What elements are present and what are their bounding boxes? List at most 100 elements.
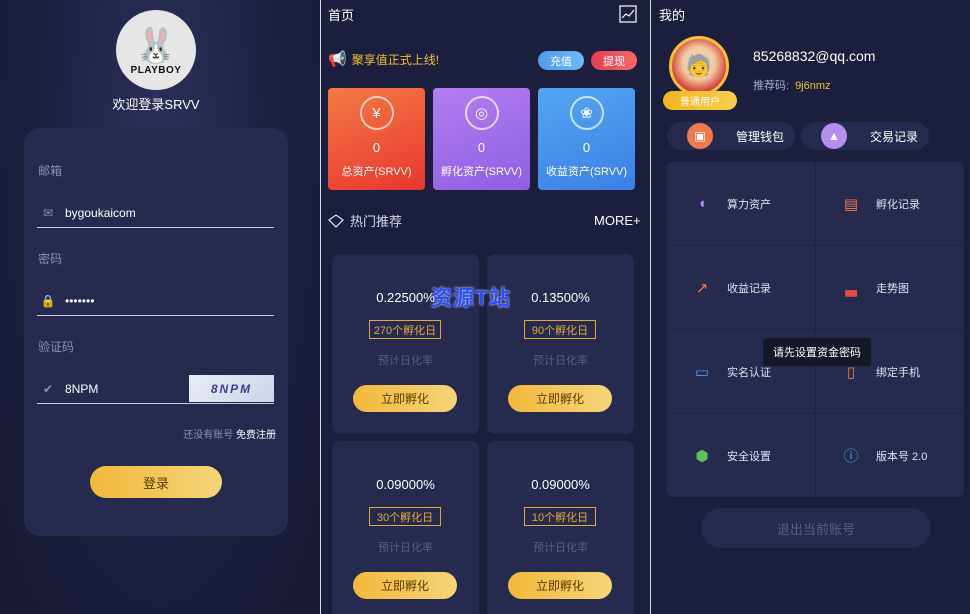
incubate-button[interactable]: 立即孵化 <box>508 385 612 412</box>
asset-label: 收益资产(SRVV) <box>545 166 628 178</box>
withdraw-button[interactable]: 提现 <box>591 51 637 70</box>
chart-icon[interactable] <box>619 5 637 23</box>
quick-label: 交易记录 <box>870 129 919 144</box>
captcha-input[interactable] <box>65 381 175 396</box>
watermark: 资源T站 <box>431 287 511 310</box>
password-label: 密码 <box>38 252 63 266</box>
menu-item-incubation-records[interactable]: ▤ 孵化记录 <box>816 162 964 245</box>
product-card: 0.09000% 10个孵化日 预计日化率 立即孵化 <box>487 441 634 614</box>
product-card: 0.09000% 30个孵化日 预计日化率 立即孵化 <box>332 441 479 614</box>
announcement-text: 聚享值正式上线! <box>351 52 440 67</box>
incubate-button[interactable]: 立即孵化 <box>353 572 457 599</box>
brand-name: PLAYBOY <box>130 64 182 76</box>
logout-button[interactable]: 退出当前账号 <box>701 508 931 548</box>
referral-label: 推荐码: <box>753 80 790 92</box>
diamond-icon <box>328 213 344 228</box>
asset-value: 0 <box>477 140 486 155</box>
product-card: 0.22500% 270个孵化日 预计日化率 立即孵化 <box>332 254 479 434</box>
password-field-row: 🔒 <box>37 286 274 316</box>
menu-label: 孵化记录 <box>876 198 920 211</box>
piggy-bank-icon: ◖ <box>697 195 707 212</box>
user-email: 85268832@qq.com <box>753 48 876 64</box>
email-field-row: ✉ <box>37 198 274 228</box>
manage-wallet-button[interactable]: ▣ 管理钱包 <box>667 122 795 150</box>
email-label: 邮箱 <box>38 164 63 178</box>
welcome-text: 欢迎登录SRVV <box>112 97 200 112</box>
asset-card-incubating[interactable]: ◎ 0 孵化资产(SRVV) <box>433 88 530 190</box>
incubation-days: 30个孵化日 <box>369 507 441 526</box>
register-prompt: 还没有账号 <box>183 430 234 441</box>
asset-value: 0 <box>372 140 381 155</box>
home-panel: 首页 📢 聚享值正式上线! 充值 提现 ¥ 0 总资产(SRVV) ◎ 0 孵化… <box>321 0 650 614</box>
menu-grid: ◖ 算力资产 ▤ 孵化记录 ↗ 收益记录 ▃ 走势图 ▭ 实名认证 ▯ 绑定手机… <box>667 162 964 497</box>
hot-section-title: 热门推荐 <box>328 211 402 230</box>
menu-label: 收益记录 <box>727 282 771 295</box>
recharge-button[interactable]: 充值 <box>538 51 584 70</box>
rate-label: 预计日化率 <box>533 355 588 367</box>
incubate-button[interactable]: 立即孵化 <box>353 385 457 412</box>
trend-icon: ↗ <box>695 279 709 297</box>
menu-item-security[interactable]: ⬢ 安全设置 <box>667 414 815 497</box>
menu-label: 算力资产 <box>727 198 771 211</box>
announcement[interactable]: 📢 聚享值正式上线! <box>328 50 439 68</box>
molecule-icon: ❀ <box>569 96 604 130</box>
id-card-icon: ▭ <box>694 363 710 381</box>
register-row: 还没有账号 免费注册 <box>183 426 276 441</box>
megaphone-icon: 📢 <box>328 51 347 68</box>
menu-label: 版本号 2.0 <box>876 450 928 463</box>
email-input[interactable] <box>65 205 175 220</box>
register-link[interactable]: 免费注册 <box>236 430 276 441</box>
daily-rate: 0.09000% <box>531 477 590 492</box>
shield-icon: ⬢ <box>695 447 709 465</box>
menu-label: 安全设置 <box>727 450 771 463</box>
tooltip: 请先设置资金密码 <box>763 338 871 366</box>
avatar[interactable]: 🧓 <box>669 36 729 96</box>
page-title: 首页 <box>328 8 355 23</box>
incubation-days: 90个孵化日 <box>524 320 596 339</box>
asset-label: 总资产(SRVV) <box>341 166 412 178</box>
menu-item-compute-assets[interactable]: ◖ 算力资产 <box>667 162 815 245</box>
brand-logo: 🐰 PLAYBOY <box>116 10 196 90</box>
login-button[interactable]: 登录 <box>90 466 222 498</box>
login-card: 邮箱 ✉ 密码 🔒 验证码 ✔ 8NPM 还没有账号 免费注册 登录 <box>24 128 288 536</box>
user-level-badge: 普通用户 <box>663 91 737 110</box>
asset-label: 孵化资产(SRVV) <box>440 166 523 178</box>
more-link[interactable]: MORE+ <box>594 213 641 228</box>
login-panel: 🐰 PLAYBOY 欢迎登录SRVV 邮箱 ✉ 密码 🔒 验证码 ✔ 8NPM … <box>0 0 320 614</box>
hot-title-text: 热门推荐 <box>350 214 403 229</box>
receipt-icon: ▤ <box>843 195 859 213</box>
info-icon: ⓘ <box>843 448 859 465</box>
product-card: 0.13500% 90个孵化日 预计日化率 立即孵化 <box>487 254 634 434</box>
incubation-days: 10个孵化日 <box>524 507 596 526</box>
asset-value: 0 <box>582 140 591 155</box>
referral-row: 推荐码: 9j6nmz <box>753 77 831 93</box>
transaction-records-button[interactable]: ▲ 交易记录 <box>801 122 929 150</box>
mine-panel: 我的 🧓 普通用户 85268832@qq.com 推荐码: 9j6nmz ▣ 管… <box>651 0 970 614</box>
rate-label: 预计日化率 <box>533 542 588 554</box>
menu-item-trend-chart[interactable]: ▃ 走势图 <box>816 246 964 329</box>
password-input[interactable] <box>65 293 175 308</box>
asset-card-earnings[interactable]: ❀ 0 收益资产(SRVV) <box>538 88 635 190</box>
page-title: 我的 <box>659 8 686 23</box>
asset-card-total[interactable]: ¥ 0 总资产(SRVV) <box>328 88 425 190</box>
lock-icon: 🔒 <box>40 293 56 308</box>
menu-item-version[interactable]: ⓘ 版本号 2.0 <box>816 414 964 497</box>
captcha-field-row: ✔ 8NPM <box>37 374 274 404</box>
captcha-image[interactable]: 8NPM <box>189 375 274 402</box>
incubation-days: 270个孵化日 <box>369 320 441 339</box>
circles-icon: ◎ <box>464 96 499 130</box>
shield-check-icon: ✔ <box>42 381 54 396</box>
bunny-icon: 🐰 <box>134 26 178 65</box>
yen-icon: ¥ <box>359 96 394 130</box>
menu-item-earnings-records[interactable]: ↗ 收益记录 <box>667 246 815 329</box>
wallet-icon: ▣ <box>687 123 713 149</box>
referral-code: 9j6nmz <box>795 80 831 92</box>
mail-icon: ✉ <box>42 205 54 220</box>
incubate-button[interactable]: 立即孵化 <box>508 572 612 599</box>
quick-label: 管理钱包 <box>736 129 785 144</box>
bag-icon: ▲ <box>821 123 847 149</box>
daily-rate: 0.09000% <box>376 477 435 492</box>
rate-label: 预计日化率 <box>378 542 433 554</box>
menu-label: 绑定手机 <box>876 366 920 379</box>
chart-icon: ▃ <box>845 279 857 297</box>
